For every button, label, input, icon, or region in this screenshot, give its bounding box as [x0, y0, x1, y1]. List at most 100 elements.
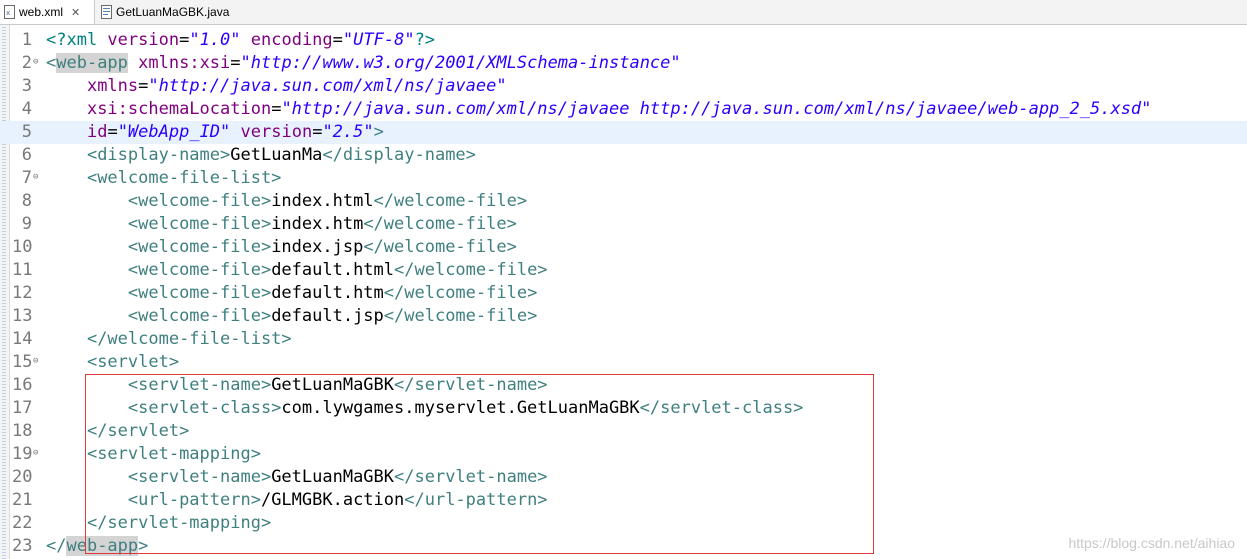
code-token: xsi:schemaLocation: [86, 99, 272, 119]
code-token: "1.0": [189, 30, 241, 50]
tab-label: GetLuanMaGBK.java: [116, 5, 230, 19]
code-line[interactable]: 2 ⊖ <web-app xmlns:xsi="http://www.w3.org/…: [0, 52, 1247, 75]
code-text[interactable]: <welcome-file>index.html</welcome-file>: [46, 190, 527, 213]
code-line[interactable]: 19 ⊖ <servlet-mapping>: [0, 443, 1247, 466]
code-text[interactable]: <display-name>GetLuanMa</display-name>: [46, 144, 476, 167]
line-number: 4: [21, 99, 32, 119]
fold-toggle-icon[interactable]: ⊖: [33, 357, 41, 366]
code-line[interactable]: 7 ⊖ <welcome-file-list>: [0, 167, 1247, 190]
code-token: version: [107, 30, 180, 50]
code-line[interactable]: 14 </welcome-file-list>: [0, 328, 1247, 351]
line-number: 17: [12, 398, 33, 418]
code-text[interactable]: <web-app xmlns:xsi="http://www.w3.org/20…: [46, 52, 681, 75]
code-token: encoding: [250, 30, 333, 50]
code-token: index.jsp: [271, 237, 364, 257]
tab-web-xml[interactable]: x web.xml ✕: [0, 0, 95, 24]
code-text[interactable]: <welcome-file>index.htm</welcome-file>: [46, 213, 517, 236]
code-token: =: [332, 30, 343, 50]
code-text[interactable]: </servlet>: [46, 420, 189, 443]
fold-toggle-icon[interactable]: ⊖: [33, 449, 41, 458]
code-token: index.htm: [271, 214, 364, 234]
code-line[interactable]: 16 <servlet-name>GetLuanMaGBK</servlet-n…: [0, 374, 1247, 397]
code-text[interactable]: <servlet-name>GetLuanMaGBK</servlet-name…: [46, 374, 548, 397]
code-text[interactable]: <welcome-file>default.jsp</welcome-file>: [46, 305, 537, 328]
code-token: default.html: [271, 260, 395, 280]
code-line[interactable]: 9 <welcome-file>index.htm</welcome-file>: [0, 213, 1247, 236]
line-number: 11: [12, 260, 33, 280]
editor-tab-bar: x web.xml ✕ GetLuanMaGBK.java: [0, 0, 1247, 25]
code-line[interactable]: 1 <?xml version="1.0" encoding="UTF-8"?>: [0, 29, 1247, 52]
code-text[interactable]: xsi:schemaLocation="http://java.sun.com/…: [46, 98, 1151, 121]
code-token: "http://www.w3.org/2001/XMLSchema-instan…: [240, 53, 681, 73]
code-token: /GLMGBK.action: [260, 490, 405, 510]
code-token: =: [312, 122, 323, 142]
code-line[interactable]: 15 ⊖ <servlet>: [0, 351, 1247, 374]
tab-getluanmagbk-java[interactable]: GetLuanMaGBK.java: [96, 0, 246, 24]
code-token: </servlet-class>: [639, 398, 804, 418]
code-line[interactable]: 23 </web-app>: [0, 535, 1247, 558]
code-line[interactable]: 17 <servlet-class>com.lywgames.myservlet…: [0, 397, 1247, 420]
code-line[interactable]: 21 <url-pattern>/GLMGBK.action</url-patt…: [0, 489, 1247, 512]
code-text[interactable]: <servlet-mapping>: [46, 443, 261, 466]
code-token: </servlet-name>: [394, 375, 548, 395]
code-line[interactable]: 22 </servlet-mapping>: [0, 512, 1247, 535]
code-token: version: [240, 122, 313, 142]
code-token: <servlet-name>: [127, 467, 272, 487]
line-number: 10: [12, 237, 33, 257]
line-number: 23: [12, 536, 33, 556]
watermark: https://blog.csdn.net/aihiao: [1068, 535, 1235, 551]
xml-editor[interactable]: 1 <?xml version="1.0" encoding="UTF-8"?> 2…: [0, 25, 1247, 559]
close-icon[interactable]: ✕: [71, 6, 80, 19]
code-token: </servlet-mapping>: [86, 513, 272, 533]
code-token: <servlet-name>: [127, 375, 272, 395]
code-line[interactable]: 5 id="WebApp_ID" version="2.5">: [0, 121, 1247, 144]
code-text[interactable]: </servlet-mapping>: [46, 512, 271, 535]
line-number: 3: [21, 76, 32, 96]
code-line[interactable]: 4 xsi:schemaLocation="http://java.sun.co…: [0, 98, 1247, 121]
code-line[interactable]: 12 <welcome-file>default.htm</welcome-fi…: [0, 282, 1247, 305]
code-token: xmlns: [86, 76, 139, 96]
code-token: "http://java.sun.com/xml/ns/javaee http:…: [281, 99, 1152, 119]
code-text[interactable]: <servlet-class>com.lywgames.myservlet.Ge…: [46, 397, 804, 420]
code-text[interactable]: <welcome-file>default.html</welcome-file…: [46, 259, 548, 282]
code-text[interactable]: <welcome-file-list>: [46, 167, 281, 190]
code-line[interactable]: 20 <servlet-name>GetLuanMaGBK</servlet-n…: [0, 466, 1247, 489]
line-number: 18: [12, 421, 33, 441]
code-text[interactable]: <servlet>: [46, 351, 179, 374]
code-line[interactable]: 6 <display-name>GetLuanMa</display-name>: [0, 144, 1247, 167]
code-text[interactable]: <welcome-file>index.jsp</welcome-file>: [46, 236, 517, 259]
code-token: <url-pattern>: [127, 490, 261, 510]
code-line[interactable]: 8 <welcome-file>index.html</welcome-file…: [0, 190, 1247, 213]
code-line[interactable]: 18 </servlet>: [0, 420, 1247, 443]
code-token: default.jsp: [271, 306, 384, 326]
code-line[interactable]: 11 <welcome-file>default.html</welcome-f…: [0, 259, 1247, 282]
code-line[interactable]: 10 <welcome-file>index.jsp</welcome-file…: [0, 236, 1247, 259]
code-text[interactable]: <?xml version="1.0" encoding="UTF-8"?>: [46, 29, 435, 52]
code-text[interactable]: </web-app>: [46, 535, 148, 558]
code-text[interactable]: <welcome-file>default.htm</welcome-file>: [46, 282, 537, 305]
code-token: >: [373, 122, 384, 142]
code-text[interactable]: <url-pattern>/GLMGBK.action</url-pattern…: [46, 489, 548, 512]
code-token: <welcome-file-list>: [86, 168, 282, 188]
code-token: default.htm: [271, 283, 384, 303]
code-text[interactable]: id="WebApp_ID" version="2.5">: [46, 121, 384, 144]
line-number: 22: [12, 513, 33, 533]
code-text[interactable]: <servlet-name>GetLuanMaGBK</servlet-name…: [46, 466, 548, 489]
code-text[interactable]: </welcome-file-list>: [46, 328, 292, 351]
line-number: 14: [12, 329, 33, 349]
fold-toggle-icon[interactable]: ⊖: [33, 58, 41, 67]
fold-toggle-icon[interactable]: ⊖: [33, 173, 41, 182]
code-token: =: [179, 30, 190, 50]
code-text[interactable]: xmlns="http://java.sun.com/xml/ns/javaee…: [46, 75, 507, 98]
code-line[interactable]: 13 <welcome-file>default.jsp</welcome-fi…: [0, 305, 1247, 328]
code-line[interactable]: 3 xmlns="http://java.sun.com/xml/ns/java…: [0, 75, 1247, 98]
code-token: </url-pattern>: [404, 490, 548, 510]
